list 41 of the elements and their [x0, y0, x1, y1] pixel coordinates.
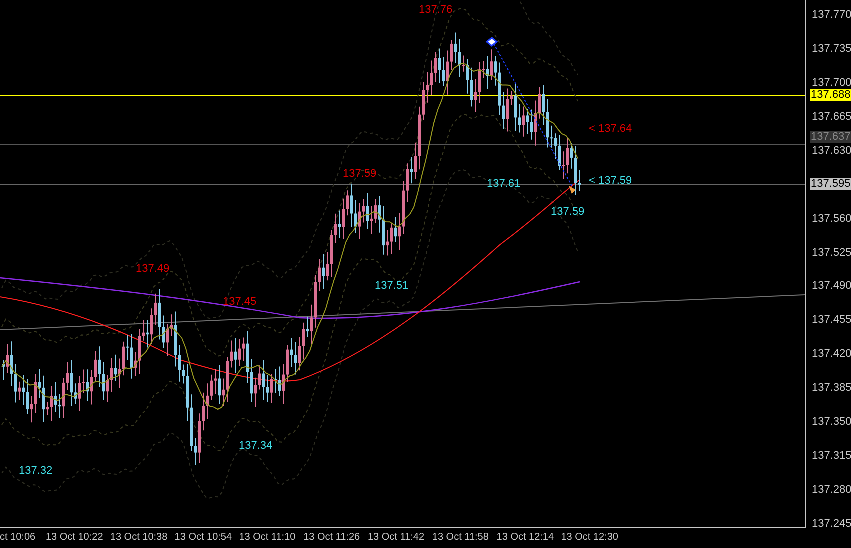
time-axis-label: 13 Oct 11:42 — [368, 531, 425, 544]
price-label: 137.32 — [19, 465, 53, 478]
price-tag: 137.688 — [810, 89, 851, 101]
price-axis-label: 137.315 — [812, 450, 851, 462]
price-label: 137.51 — [375, 280, 409, 293]
time-axis-label: 13 Oct 10:22 — [46, 531, 104, 544]
time-axis-label: 13 Oct 11:10 — [239, 531, 296, 544]
price-tag: 137.637 — [810, 131, 851, 143]
price-label: 137.76 — [419, 4, 453, 17]
price-label: 137.59 — [551, 206, 585, 219]
price-axis-label: 137.770 — [812, 9, 851, 21]
price-axis-label: 137.490 — [812, 280, 851, 292]
price-axis-label: 137.735 — [812, 42, 851, 55]
time-axis-label: 13 Oct 10:38 — [110, 531, 168, 544]
price-axis-label: 137.455 — [812, 314, 851, 326]
time-axis-label: 13 Oct 11:58 — [432, 531, 489, 544]
price-axis-label: 137.280 — [812, 484, 851, 496]
arrow-marker-icon — [569, 186, 576, 194]
price-label: 137.34 — [239, 440, 273, 453]
price-label: 137.59 — [343, 168, 377, 181]
price-label: 137.49 — [136, 263, 170, 276]
price-label: 137.61 — [487, 178, 521, 191]
time-axis-label: 13 Oct 12:30 — [561, 531, 618, 544]
price-axis-label: 137.700 — [812, 76, 851, 89]
price-axis-label: 137.525 — [812, 246, 851, 258]
time-axis-label: 13 Oct 10:54 — [174, 531, 232, 544]
price-axis-label: 137.385 — [812, 382, 851, 394]
price-axis-label: 137.350 — [812, 416, 851, 428]
time-axis-label: ct 10:06 — [0, 531, 36, 544]
time-axis-label: 13 Oct 12:14 — [496, 531, 554, 544]
price-axis-label: 137.665 — [812, 110, 851, 123]
price-tag: 137.595 — [810, 178, 851, 190]
price-axis-label: 137.560 — [812, 212, 851, 225]
diamond-marker-icon — [486, 37, 498, 47]
price-axis-label: 137.630 — [812, 144, 851, 157]
price-axis-label: 137.245 — [812, 518, 851, 530]
price-label: 137.45 — [223, 296, 257, 309]
time-axis-label: 13 Oct 11:26 — [304, 531, 360, 544]
price-label: < 137.64 — [589, 123, 632, 136]
price-axis-label: 137.420 — [812, 348, 851, 360]
price-label: < 137.59 — [589, 175, 632, 188]
